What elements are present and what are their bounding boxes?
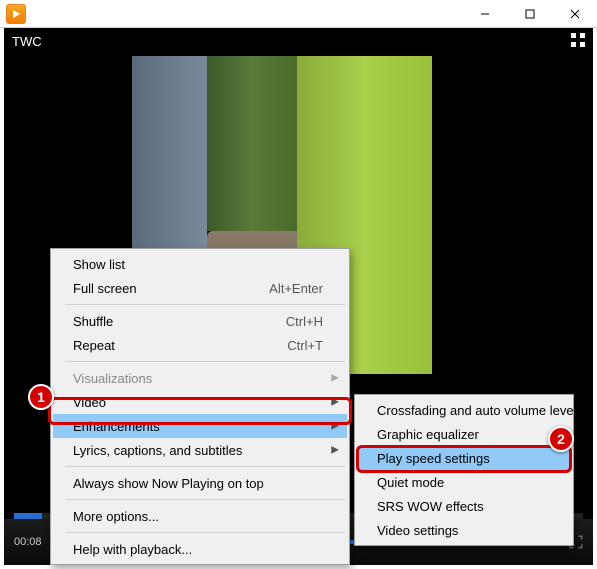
menu-shuffle[interactable]: ShuffleCtrl+H — [53, 309, 347, 333]
menu-show-list[interactable]: Show list — [53, 252, 347, 276]
switch-view-icon[interactable] — [571, 33, 585, 50]
menu-full-screen[interactable]: Full screenAlt+Enter — [53, 276, 347, 300]
menu-always-top[interactable]: Always show Now Playing on top — [53, 471, 347, 495]
annotation-badge-1: 1 — [28, 384, 54, 410]
window-titlebar — [0, 0, 597, 28]
menu-more-options[interactable]: More options... — [53, 504, 347, 528]
maximize-button[interactable] — [507, 0, 552, 28]
menu-separator — [65, 466, 345, 467]
player-topbar: TWC — [4, 28, 593, 54]
shortcut: Ctrl+H — [286, 314, 323, 329]
context-menu: Show list Full screenAlt+Enter ShuffleCt… — [50, 248, 350, 565]
menu-separator — [65, 532, 345, 533]
submenu-crossfading[interactable]: Crossfading and auto volume leveling — [357, 398, 571, 422]
menu-help[interactable]: Help with playback... — [53, 537, 347, 561]
menu-video[interactable]: Video▶ — [53, 390, 347, 414]
submenu-video-settings[interactable]: Video settings — [357, 518, 571, 542]
menu-enhancements[interactable]: Enhancements▶ — [53, 414, 347, 438]
chevron-right-icon: ▶ — [331, 397, 339, 408]
submenu-quiet[interactable]: Quiet mode — [357, 470, 571, 494]
menu-lyrics[interactable]: Lyrics, captions, and subtitles▶ — [53, 438, 347, 462]
submenu-play-speed[interactable]: Play speed settings — [357, 446, 571, 470]
menu-visualizations: Visualizations▶ — [53, 366, 347, 390]
menu-separator — [65, 361, 345, 362]
shortcut: Ctrl+T — [287, 338, 323, 353]
menu-separator — [65, 499, 345, 500]
enhancements-submenu: Crossfading and auto volume leveling Gra… — [354, 394, 574, 546]
submenu-srs[interactable]: SRS WOW effects — [357, 494, 571, 518]
now-playing-title: TWC — [12, 34, 42, 49]
minimize-button[interactable] — [462, 0, 507, 28]
close-button[interactable] — [552, 0, 597, 28]
chevron-right-icon: ▶ — [331, 445, 339, 456]
shortcut: Alt+Enter — [269, 281, 323, 296]
chevron-right-icon: ▶ — [331, 421, 339, 432]
submenu-equalizer[interactable]: Graphic equalizer — [357, 422, 571, 446]
annotation-badge-2: 2 — [548, 426, 574, 452]
menu-separator — [65, 304, 345, 305]
app-icon — [6, 4, 26, 24]
chevron-right-icon: ▶ — [331, 373, 339, 384]
menu-repeat[interactable]: RepeatCtrl+T — [53, 333, 347, 357]
